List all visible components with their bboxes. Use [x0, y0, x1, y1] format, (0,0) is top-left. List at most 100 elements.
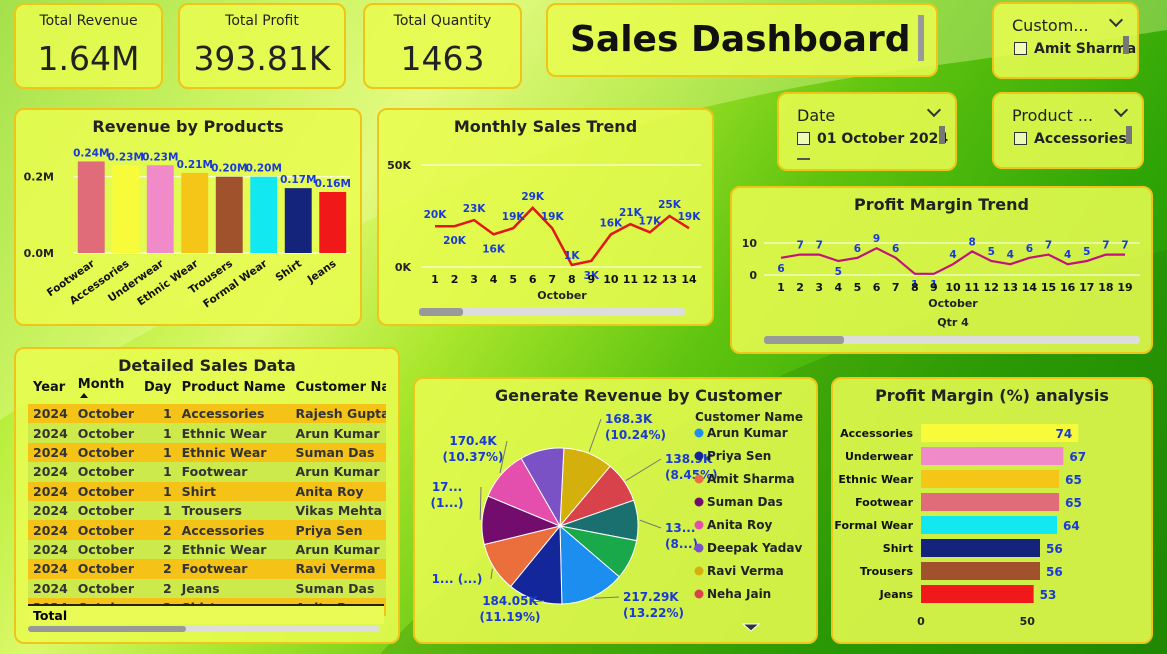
table-cell: October	[72, 520, 139, 540]
slicer-option[interactable]: 01 October 2024	[817, 131, 948, 147]
table-row[interactable]: 2024 October 1 Ethnic Wear Arun Kumar	[28, 423, 386, 443]
sales-table-container[interactable]: YearMonthDayProduct NameCustomer NameS 2…	[28, 373, 386, 616]
column-header[interactable]: Year	[28, 373, 73, 404]
date-slicer[interactable]: Date 01 October 2024	[777, 92, 957, 171]
customer-slicer[interactable]: Custom... Amit Sharma	[992, 2, 1139, 79]
chart-scrollbar[interactable]	[764, 336, 1140, 344]
bar	[250, 176, 278, 253]
data-label: 138.9K	[665, 452, 713, 466]
slicer-scrollbar[interactable]	[1123, 36, 1129, 54]
data-label: 7	[1121, 240, 1128, 252]
bar	[921, 585, 1034, 603]
x-tick-label: 13	[662, 273, 677, 286]
table-row[interactable]: 2024 October 2 Jeans Suman Das	[28, 578, 386, 598]
kpi-label: Total Quantity	[393, 13, 492, 29]
table-row[interactable]: 2024 October 1 Accessories Rajesh Gupta	[28, 404, 386, 424]
column-header[interactable]: Day	[139, 373, 177, 404]
kpi-value: 1463	[400, 39, 485, 78]
x-tick-label: 6	[873, 281, 881, 294]
table-row[interactable]: 2024 October 2 Footwear Ravi Verma	[28, 559, 386, 579]
table-cell: October	[72, 442, 139, 463]
table-row[interactable]: 2024 October 2 Accessories Priya Sen	[28, 520, 386, 540]
x-tick-label: 9	[930, 281, 938, 294]
x-tick-label: 7	[548, 273, 556, 286]
checkbox[interactable]	[1014, 42, 1027, 55]
y-tick-label: 0	[749, 269, 757, 282]
data-label: 7	[796, 240, 803, 252]
x-tick-label: 3	[815, 281, 823, 294]
table-cell: 2	[139, 578, 177, 598]
legend-marker	[694, 566, 704, 576]
table-cell: 2024	[28, 539, 73, 560]
x-tick-label: 15	[1041, 281, 1056, 294]
slicer-scrollbar[interactable]	[1126, 126, 1132, 144]
x-tick-label: 5	[854, 281, 862, 294]
slicer-option[interactable]: Amit Sharma	[1034, 41, 1136, 57]
x-tick-label: 18	[1098, 281, 1113, 294]
x-tick-label: 14	[1022, 281, 1038, 294]
y-tick-label: 0.2M	[24, 171, 54, 184]
slicer-header: Custom...	[1012, 16, 1089, 35]
table-cell: Shirt	[176, 481, 291, 501]
chevron-down-icon[interactable]	[1108, 12, 1124, 28]
data-label: 17K	[639, 215, 663, 227]
table-cell: Footwear	[176, 462, 291, 482]
legend-label: Ravi Verma	[707, 564, 784, 578]
x-tick-label: 0	[917, 615, 925, 628]
x-tick-label: 11	[623, 273, 638, 286]
x-tick-label: 5	[509, 273, 517, 286]
x-axis-label: October	[928, 297, 978, 310]
data-label: 67	[1069, 450, 1086, 464]
sort-icon[interactable]	[79, 393, 88, 398]
data-label: 7	[1045, 240, 1052, 252]
legend-marker	[694, 428, 704, 438]
table-row[interactable]: 2024 October 1 Ethnic Wear Suman Das	[28, 442, 386, 463]
detailed-sales-card: Detailed Sales Data Year Month Day Product …	[14, 347, 400, 644]
partial-checkbox	[797, 158, 810, 160]
table-cell: 1	[139, 404, 177, 424]
leader-line	[639, 519, 662, 529]
y-tick-label: Trousers	[860, 565, 914, 578]
chart-scrollbar[interactable]	[419, 308, 685, 316]
data-label: 0.21M	[177, 159, 213, 171]
data-label: 74	[1056, 427, 1073, 441]
profit-margin-trend-chart: 10061727354659667 18 194108115124136147154…	[742, 233, 1140, 329]
slicer-scrollbar[interactable]	[939, 126, 945, 144]
column-header[interactable]: Product Name	[177, 373, 291, 404]
legend-marker	[694, 520, 704, 530]
x-tick-label: 1	[431, 273, 439, 286]
table-cell: 2024	[28, 520, 73, 540]
table-row[interactable]: 2024 October 1 Trousers Vikas Mehta	[28, 500, 386, 521]
column-header[interactable]: Month	[73, 373, 139, 404]
data-label: 9	[873, 233, 880, 245]
legend-label: Suman Das	[707, 495, 783, 509]
table-cell: 1	[139, 481, 177, 501]
checkbox[interactable]	[1014, 132, 1027, 145]
table-cell: 1	[139, 500, 177, 521]
leader-line	[594, 596, 620, 599]
data-label: 53	[1040, 588, 1057, 602]
chevron-down-icon[interactable]	[1113, 102, 1129, 118]
table-scrollbar[interactable]	[28, 626, 380, 632]
product-slicer[interactable]: Product ... Accessories	[992, 92, 1144, 169]
y-tick-label: Shirt	[883, 542, 913, 555]
checkbox[interactable]	[797, 132, 810, 145]
table-row[interactable]: 2024 October 1 Footwear Arun Kumar	[28, 462, 386, 482]
table-row[interactable]: 2024 October 2 Ethnic Wear Arun Kumar	[28, 539, 386, 560]
data-label: 6	[892, 243, 899, 255]
data-label: (10.37%)	[443, 450, 504, 464]
table-row[interactable]: 2024 October 1 Shirt Anita Roy	[28, 481, 386, 501]
sales-table: YearMonthDayProduct NameCustomer NameS 2…	[28, 373, 386, 616]
y-tick-label: 50K	[387, 159, 411, 172]
table-cell: October	[72, 578, 139, 598]
data-label: 29K	[521, 191, 545, 203]
legend-marker	[694, 589, 704, 599]
data-label: (10.24%)	[605, 428, 666, 442]
column-header[interactable]: Customer Name	[291, 373, 386, 404]
chevron-down-icon[interactable]	[926, 102, 942, 118]
x-tick-label: 8	[911, 281, 919, 294]
data-label: 20K	[443, 235, 467, 247]
title-scrollbar[interactable]	[918, 15, 924, 61]
slicer-option[interactable]: Accessories	[1034, 131, 1127, 147]
table-cell: 1	[139, 442, 177, 463]
